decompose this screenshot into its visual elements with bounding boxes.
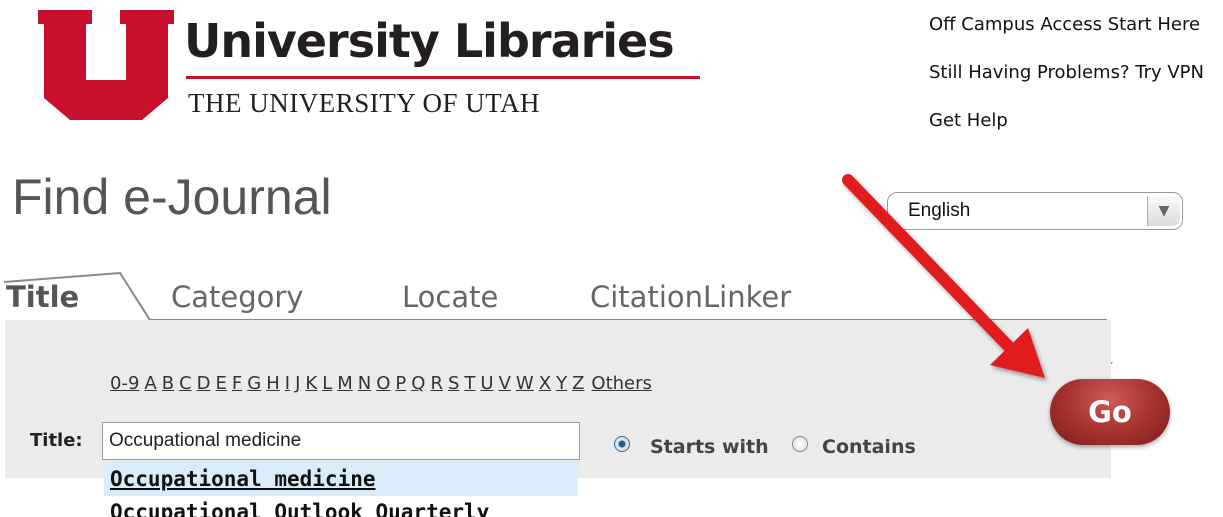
- autocomplete-item-label: Occupational medicine: [110, 467, 376, 491]
- alpha-link-q[interactable]: Q: [411, 373, 425, 394]
- alpha-link-x[interactable]: X: [539, 373, 551, 394]
- alpha-link-n[interactable]: N: [358, 373, 371, 394]
- autocomplete-item-label: Occupational Outlook Quarterly: [110, 500, 490, 517]
- alpha-link-u[interactable]: U: [480, 373, 493, 394]
- alpha-link-h[interactable]: H: [266, 373, 280, 394]
- get-help-link[interactable]: Get Help: [929, 110, 1008, 131]
- title-field-label: Title:: [30, 430, 83, 451]
- brand-title: University Libraries: [184, 14, 675, 68]
- alpha-link-w[interactable]: W: [516, 373, 534, 394]
- alpha-link-o[interactable]: O: [376, 373, 390, 394]
- alpha-link-c[interactable]: C: [179, 373, 192, 394]
- university-u-logo: [38, 10, 174, 120]
- alpha-link-m[interactable]: M: [337, 373, 353, 394]
- alpha-link-l[interactable]: L: [322, 373, 332, 394]
- alpha-link-e[interactable]: E: [216, 373, 227, 394]
- tab-category[interactable]: Category: [171, 280, 303, 314]
- alpha-link-a[interactable]: A: [144, 373, 156, 394]
- alpha-link-g[interactable]: G: [247, 373, 261, 394]
- alpha-link-z[interactable]: Z: [572, 373, 584, 394]
- chevron-down-icon[interactable]: ▼: [1147, 196, 1180, 226]
- alpha-link-t[interactable]: T: [464, 373, 475, 394]
- contains-label: Contains: [822, 436, 916, 458]
- brand-rule: [186, 76, 700, 79]
- starts-with-radio[interactable]: [614, 436, 630, 452]
- autocomplete-item[interactable]: Occupational Outlook Quarterly: [104, 497, 578, 517]
- alpha-link-f[interactable]: F: [232, 373, 242, 394]
- language-selected-value: English: [908, 200, 971, 221]
- alpha-link-b[interactable]: B: [162, 373, 174, 394]
- tab-locate[interactable]: Locate: [402, 280, 498, 314]
- alpha-link-j[interactable]: J: [295, 373, 300, 394]
- alphabet-browse: 0-9 A B C D E F G H I J K L M N O P Q R S T U V W X Y Z Others: [110, 373, 657, 394]
- alpha-link-k[interactable]: K: [305, 373, 317, 394]
- page-title: Find e-Journal: [12, 169, 332, 225]
- tab-title[interactable]: Title: [6, 280, 79, 314]
- starts-with-label: Starts with: [650, 436, 769, 458]
- contains-radio[interactable]: [792, 436, 808, 452]
- off-campus-access-link[interactable]: Off Campus Access Start Here: [929, 14, 1200, 35]
- alpha-link-0-9[interactable]: 0-9: [110, 373, 139, 394]
- vpn-link[interactable]: Still Having Problems? Try VPN: [929, 62, 1204, 83]
- go-button[interactable]: Go: [1050, 379, 1170, 445]
- alpha-link-s[interactable]: S: [448, 373, 459, 394]
- tab-citationlinker[interactable]: CitationLinker: [590, 280, 791, 314]
- alpha-link-y[interactable]: Y: [556, 373, 567, 394]
- alpha-link-p[interactable]: P: [395, 373, 406, 394]
- alpha-link-d[interactable]: D: [197, 373, 211, 394]
- alpha-link-i[interactable]: I: [285, 373, 290, 394]
- alpha-link-r[interactable]: R: [430, 373, 443, 394]
- title-search-input[interactable]: [102, 422, 580, 460]
- alpha-link-v[interactable]: V: [499, 373, 511, 394]
- alpha-link-others[interactable]: Others: [591, 373, 652, 394]
- brand-subtitle: THE UNIVERSITY OF UTAH: [188, 88, 541, 118]
